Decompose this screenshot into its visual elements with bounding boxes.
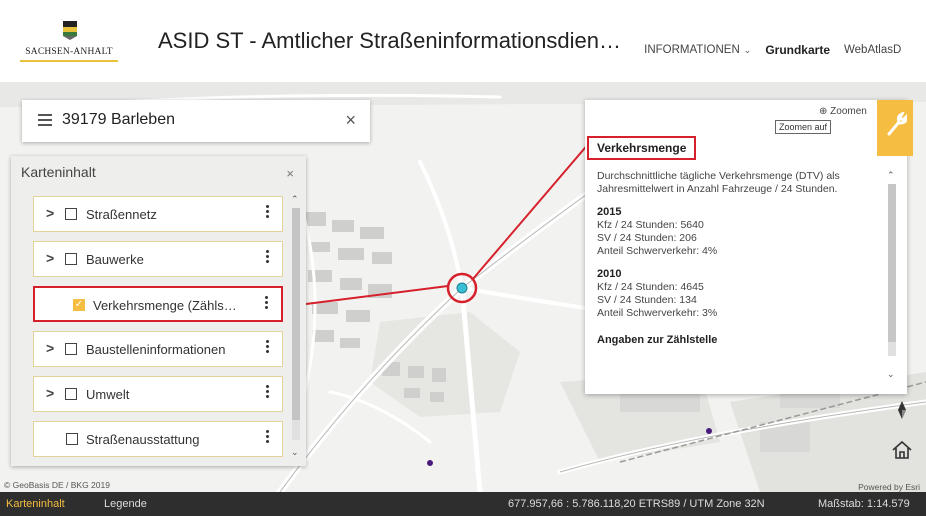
section-heading: Angaben zur Zählstelle bbox=[597, 334, 718, 346]
home-icon[interactable] bbox=[891, 440, 913, 460]
tab-karteninhalt[interactable]: Karteninhalt bbox=[6, 498, 65, 510]
logo-text: SACHSEN-ANHALT bbox=[25, 47, 113, 57]
attribution-left: © GeoBasis DE / BKG 2019 bbox=[4, 480, 110, 490]
status-bar: Karteninhalt Legende 677.957,66 : 5.786.… bbox=[0, 492, 926, 516]
popup-title: Verkehrsmenge bbox=[587, 136, 697, 160]
feature-popup: ⊕ Zoomen Zoomen auf × Verkehrsmenge Durc… bbox=[585, 100, 907, 394]
scale-readout: Maßstab: 1:14.579 bbox=[818, 498, 910, 510]
layer-umwelt[interactable]: > Umwelt bbox=[33, 376, 283, 412]
checkbox-checked-icon[interactable]: ✓ bbox=[73, 299, 85, 311]
panel-scrollbar[interactable]: ⌃ ⌄ bbox=[290, 194, 300, 458]
layer-strassennetz[interactable]: > Straßennetz bbox=[33, 196, 283, 232]
scroll-thumb[interactable] bbox=[292, 208, 300, 420]
layer-label: Bauwerke bbox=[86, 252, 144, 267]
anteil-value: Anteil Schwerverkehr: 4% bbox=[597, 245, 718, 257]
sv-value: SV / 24 Stunden: 134 bbox=[597, 294, 697, 306]
top-nav: INFORMATIONEN ⌄ Grundkarte WebAtlasD bbox=[644, 40, 926, 60]
kfz-value: Kfz / 24 Stunden: 4645 bbox=[597, 281, 704, 293]
attribution-right[interactable]: Powered by Esri bbox=[858, 482, 920, 492]
menu-icon[interactable] bbox=[38, 114, 52, 126]
anteil-value: Anteil Schwerverkehr: 3% bbox=[597, 307, 718, 319]
checkbox-icon[interactable] bbox=[65, 388, 77, 400]
checkbox-icon[interactable] bbox=[65, 343, 77, 355]
coordinate-readout: 677.957,66 : 5.786.118,20 ETRS89 / UTM Z… bbox=[508, 498, 765, 510]
wrench-icon bbox=[887, 112, 907, 136]
layer-panel: Karteninhalt × > Straßennetz > Bauwerke … bbox=[11, 156, 306, 466]
layer-label: Straßennetz bbox=[86, 207, 157, 222]
checkbox-icon[interactable] bbox=[66, 433, 78, 445]
scroll-down-icon[interactable]: ⌄ bbox=[291, 447, 299, 458]
nav-grundkarte[interactable]: Grundkarte bbox=[765, 43, 830, 57]
app-title: ASID ST - Amtlicher Straßeninformationsd… bbox=[158, 28, 621, 53]
year-heading: 2010 bbox=[597, 268, 622, 280]
compass-icon[interactable] bbox=[894, 400, 910, 420]
layer-label: Umwelt bbox=[86, 387, 130, 402]
layer-strassenausstattung[interactable]: Straßenausstattung bbox=[33, 421, 283, 457]
nav-informationen-label: INFORMATIONEN bbox=[644, 44, 740, 56]
close-panel-button[interactable]: × bbox=[286, 166, 294, 181]
chevron-down-icon: ⌄ bbox=[743, 45, 752, 55]
layer-baustelleninformationen[interactable]: > Baustelleninformationen bbox=[33, 331, 283, 367]
panel-title: Karteninhalt bbox=[21, 164, 96, 180]
layer-label: Straßenausstattung bbox=[86, 432, 200, 447]
kfz-value: Kfz / 24 Stunden: 5640 bbox=[597, 219, 704, 231]
tab-legende[interactable]: Legende bbox=[104, 498, 147, 510]
chevron-right-icon[interactable]: > bbox=[46, 250, 54, 266]
more-vertical-icon[interactable] bbox=[266, 430, 270, 445]
zoom-tooltip: Zoomen auf bbox=[775, 120, 832, 134]
tools-button[interactable] bbox=[877, 100, 913, 156]
popup-body: Durchschnittliche tägliche Verkehrsmenge… bbox=[597, 170, 872, 347]
search-box[interactable]: 39179 Barleben × bbox=[22, 100, 370, 142]
crest-icon bbox=[63, 21, 77, 40]
more-vertical-icon[interactable] bbox=[266, 340, 270, 355]
chevron-right-icon[interactable]: > bbox=[46, 205, 54, 221]
year-heading: 2015 bbox=[597, 206, 622, 218]
chevron-right-icon[interactable]: > bbox=[46, 340, 54, 356]
layer-label: Baustelleninformationen bbox=[86, 342, 226, 357]
scroll-thumb[interactable] bbox=[888, 184, 896, 342]
scroll-down-icon[interactable]: ⌄ bbox=[887, 369, 895, 380]
zoom-label: Zoomen bbox=[830, 106, 867, 117]
scroll-up-icon[interactable]: ⌃ bbox=[887, 170, 895, 181]
sv-value: SV / 24 Stunden: 206 bbox=[597, 232, 697, 244]
more-vertical-icon[interactable] bbox=[266, 205, 270, 220]
layer-list: > Straßennetz > Bauwerke ✓ Verkehrsmenge… bbox=[33, 196, 283, 466]
layer-verkehrsmenge[interactable]: ✓ Verkehrsmenge (Zähls… bbox=[33, 286, 283, 322]
layer-label: Verkehrsmenge (Zähls… bbox=[93, 298, 237, 313]
zoom-button[interactable]: ⊕ Zoomen bbox=[819, 106, 867, 117]
checkbox-icon[interactable] bbox=[65, 208, 77, 220]
scroll-up-icon[interactable]: ⌃ bbox=[291, 194, 299, 205]
app-header: SACHSEN-ANHALT ASID ST - Amtlicher Straß… bbox=[0, 0, 926, 82]
popup-description: Durchschnittliche tägliche Verkehrsmenge… bbox=[597, 170, 840, 195]
zoom-icon: ⊕ bbox=[819, 106, 828, 117]
checkbox-icon[interactable] bbox=[65, 253, 77, 265]
search-input[interactable]: 39179 Barleben bbox=[62, 111, 175, 129]
more-vertical-icon[interactable] bbox=[266, 385, 270, 400]
logo-underline bbox=[20, 60, 118, 62]
clear-search-button[interactable]: × bbox=[345, 110, 356, 131]
popup-scrollbar[interactable]: ⌃ ⌄ bbox=[887, 170, 897, 380]
layer-bauwerke[interactable]: > Bauwerke bbox=[33, 241, 283, 277]
nav-webatlas[interactable]: WebAtlasD bbox=[844, 44, 926, 56]
more-vertical-icon[interactable] bbox=[265, 296, 269, 311]
chevron-right-icon[interactable]: > bbox=[46, 385, 54, 401]
sachsen-anhalt-logo[interactable]: SACHSEN-ANHALT bbox=[14, 20, 124, 64]
nav-informationen[interactable]: INFORMATIONEN ⌄ bbox=[644, 44, 751, 56]
more-vertical-icon[interactable] bbox=[266, 250, 270, 265]
